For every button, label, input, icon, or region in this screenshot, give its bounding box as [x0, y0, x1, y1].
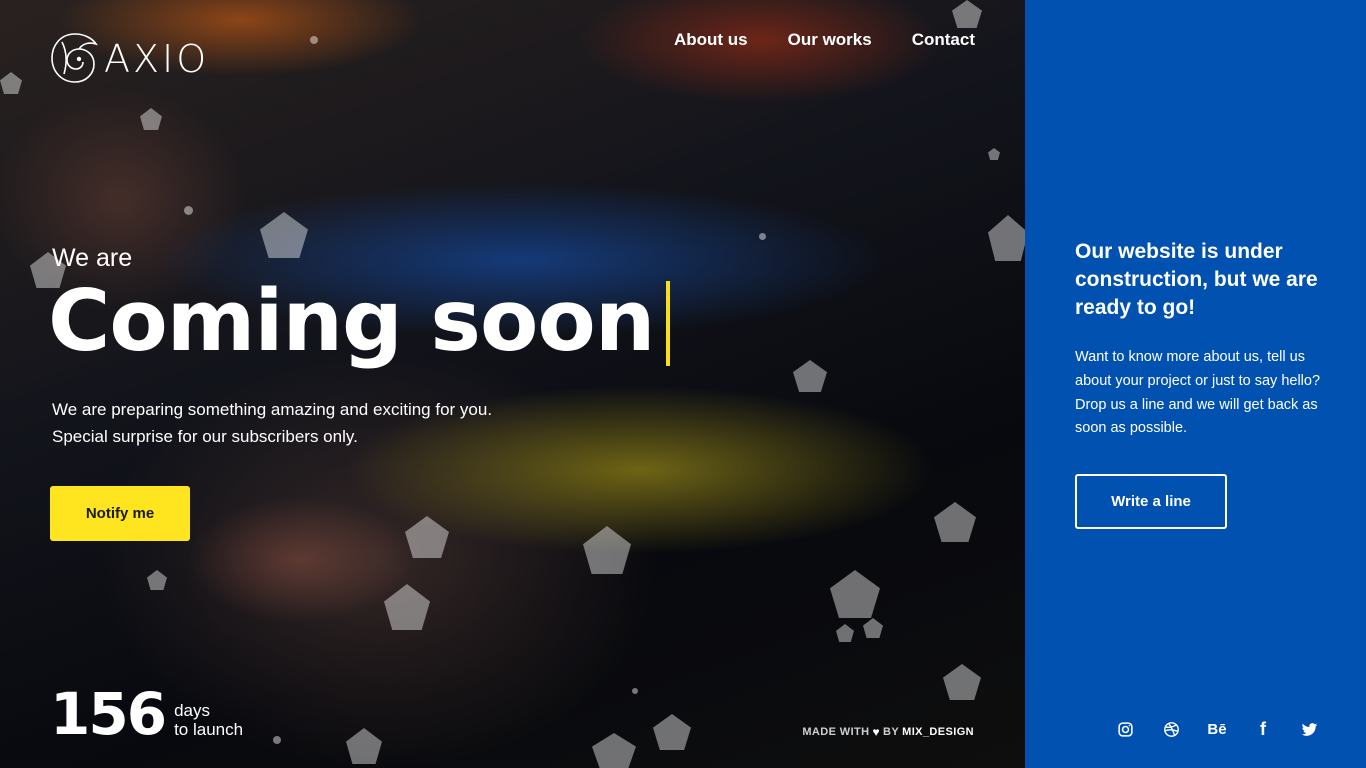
countdown: 156 days to launch — [50, 682, 243, 746]
hero-section: AXIO About us Our works Contact We are C… — [0, 0, 1025, 768]
countdown-label: days to launch — [174, 701, 243, 739]
brand-name: AXIO — [104, 37, 210, 81]
sidebar-text: Want to know more about us, tell us abou… — [1075, 349, 1321, 437]
main-nav: About us Our works Contact — [674, 30, 975, 50]
decorative-pentagon — [260, 212, 308, 258]
countdown-value: 156 — [50, 680, 167, 748]
decorative-pentagon — [346, 728, 382, 764]
decorative-pentagon — [934, 502, 976, 542]
decorative-pentagon — [0, 72, 22, 94]
decorative-pentagon — [405, 516, 449, 558]
hero-subtitle-line-2: Special surprise for our subscribers onl… — [52, 427, 358, 446]
decorative-dot — [632, 688, 638, 694]
decorative-pentagon — [384, 584, 430, 630]
decorative-pentagon — [863, 618, 883, 638]
decorative-pentagon — [943, 664, 981, 700]
typing-cursor — [666, 281, 670, 366]
hero-subtitle: We are preparing something amazing and e… — [52, 396, 492, 450]
decorative-dot — [184, 206, 193, 215]
decorative-pentagon — [140, 108, 162, 130]
hero-subtitle-line-1: We are preparing something amazing and e… — [52, 400, 493, 419]
nav-contact[interactable]: Contact — [912, 30, 975, 50]
hero-title: Coming soon — [48, 272, 655, 371]
instagram-icon[interactable] — [1115, 717, 1135, 741]
decorative-pentagon — [836, 624, 854, 642]
behance-icon[interactable]: Bē — [1207, 717, 1227, 741]
brand-logo[interactable]: AXIO — [50, 28, 209, 90]
hero-pre-title: We are — [52, 244, 133, 272]
credit-author-link[interactable]: MIX_DESIGN — [902, 726, 974, 738]
decorative-pentagon — [830, 570, 880, 618]
notify-me-button[interactable]: Notify me — [50, 486, 190, 541]
decorative-pentagon — [952, 0, 982, 28]
footer-credit: MADE WITH ♥ BY MIX_DESIGN — [802, 725, 974, 739]
social-links: Bē f — [1115, 717, 1319, 741]
nav-about-us[interactable]: About us — [674, 30, 748, 50]
heart-icon: ♥ — [872, 725, 881, 739]
twitter-icon[interactable] — [1299, 717, 1319, 741]
decorative-pentagon — [793, 360, 827, 392]
facebook-icon[interactable]: f — [1253, 717, 1273, 741]
spiral-logo-icon — [51, 33, 98, 83]
decorative-dot — [310, 36, 318, 44]
write-a-line-button[interactable]: Write a line — [1075, 474, 1227, 529]
decorative-pentagon — [583, 526, 631, 574]
credit-by: BY — [883, 726, 900, 738]
contact-sidebar: Our website is under construction, but w… — [1025, 0, 1366, 768]
nav-our-works[interactable]: Our works — [788, 30, 872, 50]
decorative-pentagon — [592, 733, 636, 768]
countdown-label-days: days — [174, 701, 210, 720]
countdown-label-launch: to launch — [174, 720, 244, 739]
decorative-pentagon — [147, 570, 167, 590]
decorative-dot — [759, 233, 766, 240]
decorative-dot — [273, 736, 281, 744]
credit-made-with: MADE WITH — [802, 726, 870, 738]
dribbble-icon[interactable] — [1161, 717, 1181, 741]
decorative-pentagon — [988, 215, 1025, 261]
decorative-pentagon — [653, 714, 691, 750]
decorative-pentagon — [988, 148, 1000, 160]
sidebar-title: Our website is under construction, but w… — [1075, 240, 1318, 319]
